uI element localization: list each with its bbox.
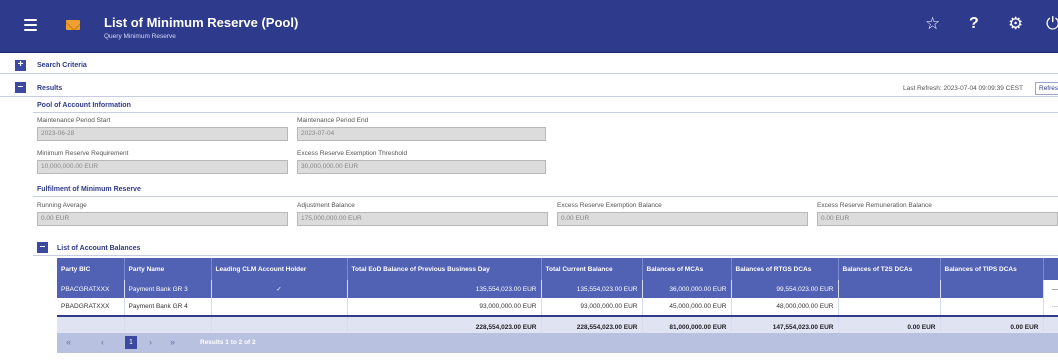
cell-mca-balance: 45,000,000.00 EUR (642, 298, 732, 317)
table-row[interactable]: PBADGRATXXX Payment Bank GR 4 93,000,000… (57, 298, 1058, 317)
table-header-row: Party BIC Party Name Leading CLM Account… (57, 258, 1058, 280)
last-page-icon[interactable]: » (170, 337, 175, 347)
maintenance-start-field: 2023-06-28 (37, 127, 288, 141)
column-header[interactable]: Balances of TIPS DCAs (940, 258, 1044, 280)
maintenance-start-label: Maintenance Period Start (37, 117, 111, 124)
exemption-balance-label: Excess Reserve Exemption Balance (557, 202, 662, 209)
row-action-icon[interactable]: — (1043, 280, 1058, 298)
exemption-balance-field: 0.00 EUR (557, 212, 808, 226)
column-header[interactable]: Balances of MCAs (642, 258, 732, 280)
cell-leading (211, 298, 348, 317)
search-criteria-toggle[interactable]: + (15, 60, 26, 71)
adjustment-balance-label: Adjustment Balance (297, 202, 355, 209)
column-header[interactable]: Total Current Balance (541, 258, 643, 280)
first-page-icon[interactable]: « (66, 337, 71, 347)
page-title: List of Minimum Reserve (Pool) (104, 15, 299, 30)
running-average-field: 0.00 EUR (37, 212, 288, 226)
mail-icon[interactable] (66, 20, 80, 30)
column-header[interactable]: Leading CLM Account Holder (211, 258, 348, 280)
cell-party-bic: PBADGRATXXX (57, 298, 125, 317)
maintenance-end-field: 2023-07-04 (297, 127, 546, 141)
star-icon[interactable]: ☆ (925, 14, 940, 34)
fulfilment-title: Fulfilment of Minimum Reserve (37, 186, 141, 193)
pool-info-title: Pool of Account Information (37, 102, 131, 109)
cell-rtgs-balance: 99,554,023.00 EUR (731, 280, 839, 298)
divider (33, 112, 1058, 113)
last-refresh-text: Last Refresh: 2023-07-04 09:09:39 CEST (903, 85, 1023, 92)
results-count: Results 1 to 2 of 2 (200, 339, 256, 346)
pagination-bar: « ‹ 1 › » Results 1 to 2 of 2 (57, 333, 1058, 353)
cell-party-name: Payment Bank GR 3 (124, 280, 212, 298)
page-number-current[interactable]: 1 (125, 336, 137, 349)
more-icon[interactable]: ··· (1043, 298, 1058, 317)
app-header: List of Minimum Reserve (Pool) Query Min… (0, 0, 1058, 53)
cell-eod-balance: 93,000,000.00 EUR (347, 298, 542, 317)
divider (33, 255, 1058, 256)
next-page-icon[interactable]: › (149, 337, 152, 347)
exemption-threshold-field: 30,000,000.00 EUR (297, 160, 546, 174)
help-icon[interactable]: ? (969, 14, 979, 34)
check-icon: ✓ (211, 280, 348, 298)
divider (33, 196, 1058, 197)
divider (0, 73, 1058, 74)
exemption-threshold-label: Excess Reserve Exemption Threshold (297, 150, 408, 157)
column-header[interactable]: Balances of RTGS DCAs (731, 258, 839, 280)
table-row[interactable]: PBACGRATXXX Payment Bank GR 3 ✓ 135,554,… (57, 280, 1058, 298)
cell-party-bic: PBACGRATXXX (57, 280, 125, 298)
balances-toggle[interactable]: – (37, 242, 48, 253)
column-header[interactable]: Total EoD Balance of Previous Business D… (347, 258, 542, 280)
column-header[interactable]: Balances of T2S DCAs (838, 258, 941, 280)
adjustment-balance-field: 175,000,000.00 EUR (297, 212, 548, 226)
cell-current-balance: 135,554,023.00 EUR (541, 280, 643, 298)
refresh-button[interactable]: Refresh (1035, 82, 1058, 95)
menu-icon[interactable] (24, 19, 37, 31)
divider (0, 96, 1058, 97)
results-title[interactable]: Results (37, 85, 62, 92)
remuneration-balance-field: 0.00 EUR (817, 212, 1058, 226)
running-average-label: Running Average (37, 202, 87, 209)
column-header-actions (1043, 258, 1058, 280)
column-header[interactable]: Party BIC (57, 258, 125, 280)
results-toggle[interactable]: – (15, 82, 26, 93)
account-balances-table: Party BIC Party Name Leading CLM Account… (57, 258, 1058, 338)
cell-mca-balance: 36,000,000.00 EUR (642, 280, 732, 298)
cell-current-balance: 93,000,000.00 EUR (541, 298, 643, 317)
cell-rtgs-balance: 48,000,000.00 EUR (731, 298, 839, 317)
page-subtitle: Query Minimum Reserve (104, 33, 176, 40)
cell-tips-balance (940, 298, 1044, 317)
cell-t2s-balance (838, 280, 941, 298)
power-icon[interactable]: ⏻ (1046, 14, 1058, 34)
column-header[interactable]: Party Name (124, 258, 212, 280)
balances-title[interactable]: List of Account Balances (57, 245, 140, 252)
min-reserve-field: 10,000,000.00 EUR (37, 160, 288, 174)
prev-page-icon[interactable]: ‹ (101, 337, 104, 347)
remuneration-balance-label: Excess Reserve Remuneration Balance (817, 202, 932, 209)
min-reserve-label: Minimum Reserve Requirement (37, 150, 129, 157)
search-criteria-title[interactable]: Search Criteria (37, 62, 87, 69)
cell-party-name: Payment Bank GR 4 (124, 298, 212, 317)
cell-t2s-balance (838, 298, 941, 317)
cell-eod-balance: 135,554,023.00 EUR (347, 280, 542, 298)
cell-tips-balance (940, 280, 1044, 298)
gear-icon[interactable]: ⚙ (1008, 14, 1023, 34)
maintenance-end-label: Maintenance Period End (297, 117, 369, 124)
